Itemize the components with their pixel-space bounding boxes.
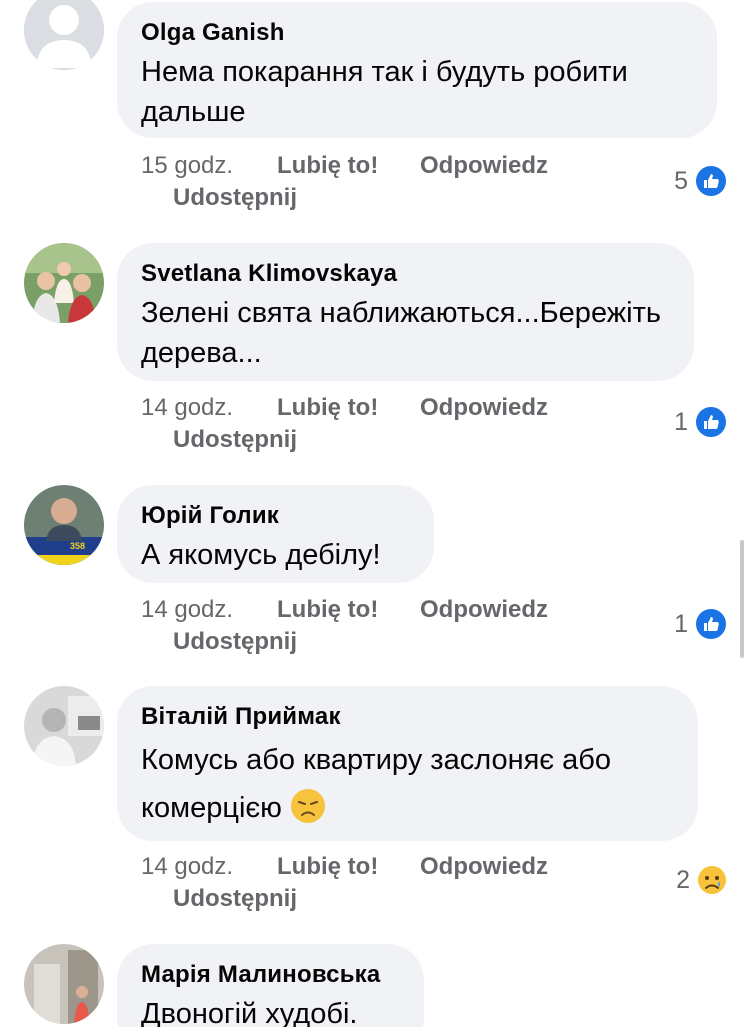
comment-author[interactable]: Olga Ganish [141,18,693,48]
reaction-summary[interactable]: 5 [674,164,728,198]
share-button[interactable]: Udostępnij [173,424,621,456]
reply-button[interactable]: Odpowiedz [420,150,548,182]
like-button[interactable]: Lubię to! [277,150,420,182]
comment-author[interactable]: Svetlana Klimovskaya [141,259,670,289]
comment-timestamp[interactable]: 14 godz. [141,392,277,424]
comment-timestamp[interactable]: 14 godz. [141,594,277,626]
reaction-summary[interactable]: 1 [674,607,728,641]
share-button[interactable]: Udostępnij [173,883,621,915]
default-avatar-icon[interactable] [24,0,104,70]
comment-bubble: Віталій Приймак Комусь або квартиру засл… [117,686,698,841]
like-icon [694,405,728,439]
man-portrait-avatar[interactable]: 358 [24,485,104,565]
reaction-count: 2 [676,865,690,894]
comment-bubble: Olga Ganish Нема покарання так і будуть … [117,2,717,138]
reaction-count: 1 [674,609,688,638]
reaction-count: 1 [674,407,688,436]
like-icon [694,164,728,198]
statue-photo-avatar[interactable] [24,944,104,1024]
comment-text: Двоногій худобі. [141,998,358,1027]
comment-timestamp[interactable]: 14 godz. [141,851,277,883]
reaction-count: 5 [674,166,688,195]
reply-button[interactable]: Odpowiedz [420,392,548,424]
man-in-car-avatar[interactable] [24,686,104,766]
comment-actions: 14 godz. Lubię to! Odpowiedz Udostępnij [141,851,621,915]
scrollbar[interactable] [740,540,744,658]
comment-bubble: Юрій Голик А якомусь дебілу! [117,485,434,583]
comments-page: Olga Ganish Нема покарання так і будуть … [0,0,750,1027]
comment-text-content: Комусь або квартиру заслоняє або комерці… [141,744,612,824]
comment-author[interactable]: Юрій Голик [141,501,410,531]
like-button[interactable]: Lubię to! [277,594,420,626]
comment-author[interactable]: Віталій Приймак [141,702,674,732]
reply-button[interactable]: Odpowiedz [420,851,548,883]
disappointed-face-icon [290,789,325,824]
share-button[interactable]: Udostępnij [173,182,621,214]
reply-button[interactable]: Odpowiedz [420,594,548,626]
comment-text: А якомусь дебілу! [141,539,381,571]
comment-author[interactable]: Марія Малиновська [141,960,400,990]
comment-text: Зелені свята наближаються...Бережіть дер… [141,297,661,369]
reaction-summary[interactable]: 1 [674,405,728,439]
family-photo-avatar[interactable] [24,243,104,323]
comment-text: Нема покарання так і будуть робити дальш… [141,56,628,128]
like-button[interactable]: Lubię to! [277,392,420,424]
comment-text: Комусь або квартиру заслоняє або комерці… [141,736,674,832]
svg-text:358: 358 [70,541,85,551]
comment-actions: 15 godz. Lubię to! Odpowiedz Udostępnij [141,150,621,214]
comment-actions: 14 godz. Lubię to! Odpowiedz Udostępnij [141,594,621,658]
like-icon [694,607,728,641]
comment-timestamp[interactable]: 15 godz. [141,150,277,182]
comment-actions: 14 godz. Lubię to! Odpowiedz Udostępnij [141,392,621,456]
sad-icon [696,864,728,896]
share-button[interactable]: Udostępnij [173,626,621,658]
like-button[interactable]: Lubię to! [277,851,420,883]
reaction-summary[interactable]: 2 [676,864,728,896]
comment-bubble: Svetlana Klimovskaya Зелені свята наближ… [117,243,694,381]
comment-bubble: Марія Малиновська Двоногій худобі. [117,944,424,1027]
